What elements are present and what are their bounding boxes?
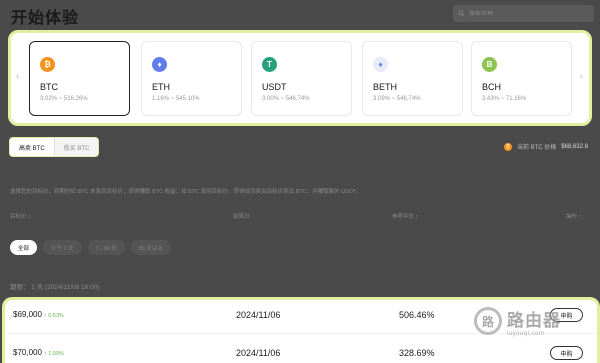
- price-label: 当前 BTC 价格: [516, 145, 557, 151]
- chevron-right-icon[interactable]: ›: [580, 71, 583, 82]
- tab-buy-low[interactable]: 低买 BTC: [53, 138, 99, 156]
- subscribe-button[interactable]: 申购: [550, 346, 583, 360]
- column-target-price[interactable]: 目标价 ↕: [10, 212, 31, 220]
- price-change: ↑ 0.53%: [43, 313, 64, 319]
- product-description: 选择您的目标价，到期时如 BTC 未涨到目标价，获得赚取 BTC 收益；如 BT…: [10, 189, 362, 195]
- search-icon: [458, 10, 465, 17]
- column-action: 操作 ↕: [566, 214, 582, 220]
- price-value: $68,632.8: [561, 143, 588, 150]
- coin-name: ETH: [152, 82, 170, 92]
- ethereum-icon: ♦: [152, 57, 167, 72]
- tab-sell-high[interactable]: 高卖 BTC: [10, 138, 54, 156]
- bitcoin-icon: ₿: [503, 142, 512, 151]
- coin-card-beth[interactable]: ♦ BETH 3.09% ~ 546.74%: [362, 41, 463, 116]
- page-title: 开始体验: [11, 10, 80, 27]
- settle-date: 2024/11/06: [236, 310, 281, 320]
- filter-under-7-days[interactable]: 少于 7 天: [43, 240, 82, 255]
- column-apy[interactable]: 参考年化 ↕: [392, 212, 418, 220]
- watermark-logo: 路: [474, 307, 502, 335]
- coin-name: BTC: [40, 82, 58, 92]
- duration-filters: 全部 少于 7 天 7 - 30 天 30 天以上: [10, 240, 171, 255]
- coin-card-eth[interactable]: ♦ ETH 1.16% ~ 545.10%: [141, 41, 242, 116]
- watermark: 路 路由器 luyouqi.com: [474, 301, 594, 341]
- coin-apy-range: 3.43% ~ 71.16%: [482, 96, 527, 102]
- beth-icon: ♦: [373, 57, 388, 72]
- filter-all[interactable]: 全部: [10, 240, 38, 255]
- coin-card-btc[interactable]: ₿ BTC 3.02% ~ 516.26%: [29, 41, 130, 116]
- bitcoin-cash-icon: B: [482, 57, 497, 72]
- table-row: $70,000 ↑ 1.99% 2024/11/06 328.69% 申购: [5, 338, 597, 363]
- coin-apy-range: 1.16% ~ 545.10%: [152, 96, 200, 102]
- search-box[interactable]: [453, 5, 594, 22]
- settle-date: 2024/11/06: [236, 348, 281, 358]
- apy-value: 328.69%: [399, 348, 435, 358]
- coin-name: BETH: [373, 82, 398, 92]
- coin-apy-range: 3.02% ~ 516.26%: [40, 96, 88, 102]
- coin-apy-range: 3.00% ~ 546.74%: [262, 96, 310, 102]
- filter-7-30-days[interactable]: 7 - 30 天: [87, 240, 125, 255]
- coin-card-usdt[interactable]: T USDT 3.00% ~ 546.74%: [251, 41, 352, 116]
- settlement-term: 期限： 1 天 (2024/11/06 16:00): [10, 284, 100, 291]
- mode-tabs: 高卖 BTC 低买 BTC: [9, 137, 100, 157]
- watermark-name: 路由器: [507, 310, 561, 330]
- filter-over-30-days[interactable]: 30 天以上: [130, 240, 171, 255]
- tether-icon: T: [262, 57, 277, 72]
- coin-name: BCH: [482, 82, 502, 92]
- target-price: $70,000 ↑ 1.99%: [13, 348, 64, 357]
- search-input[interactable]: [469, 10, 579, 17]
- bitcoin-icon: ₿: [40, 57, 55, 72]
- apy-value: 506.46%: [399, 310, 435, 320]
- target-price: $69,000 ↑ 0.53%: [13, 310, 64, 319]
- coin-name: USDT: [262, 82, 287, 92]
- watermark-url: luyouqi.com: [507, 330, 545, 337]
- chevron-left-icon[interactable]: ‹: [16, 71, 19, 82]
- current-price: ₿ 当前 BTC 价格 $68,632.8: [503, 142, 588, 151]
- coin-carousel: ‹ › ₿ BTC 3.02% ~ 516.26% ♦ ETH 1.16% ~ …: [8, 30, 592, 126]
- price-change: ↑ 1.99%: [43, 351, 64, 357]
- column-settle-date: 结算日: [233, 214, 250, 220]
- coin-apy-range: 3.09% ~ 546.74%: [373, 96, 421, 102]
- coin-card-bch[interactable]: B BCH 3.43% ~ 71.16%: [471, 41, 572, 116]
